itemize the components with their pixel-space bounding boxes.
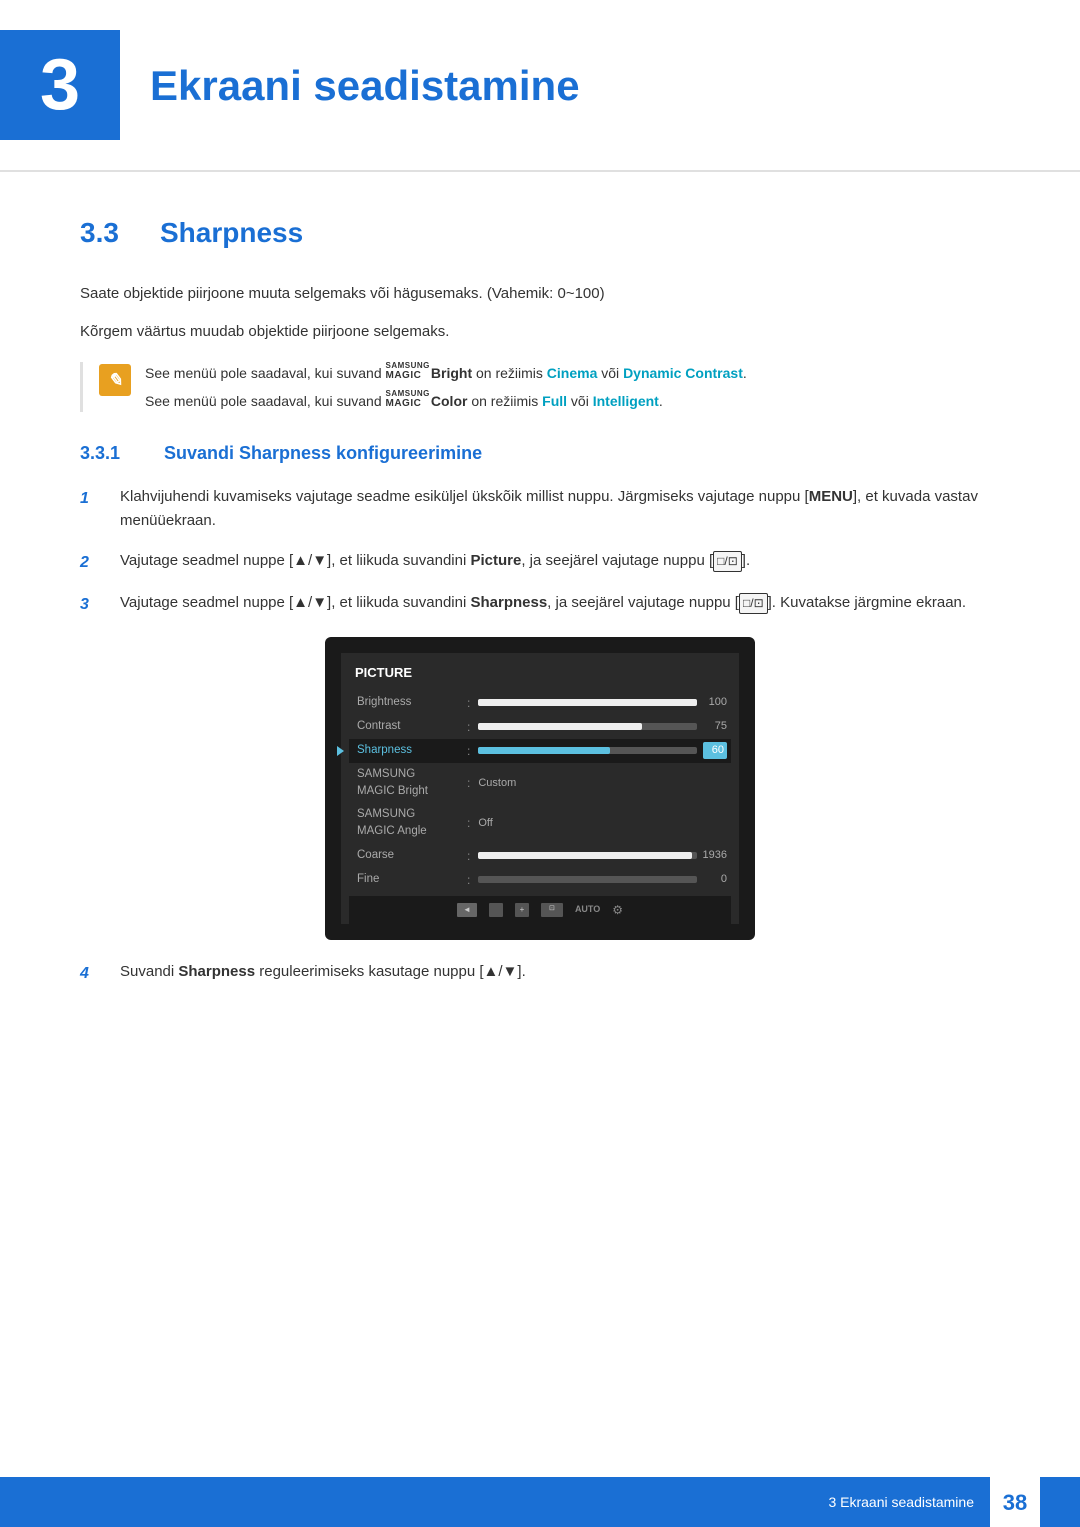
contrast-bar: 75 — [478, 718, 727, 735]
enter-btn-symbol-3: □/⊡ — [739, 593, 768, 614]
body-text-1: Saate objektide piirjoone muuta selgemak… — [80, 282, 1000, 306]
menu-header: PICTURE — [349, 663, 731, 683]
magic-bright-value: Custom — [478, 775, 516, 792]
steps-list: 1 Klahvijuhendi kuvamiseks vajutage sead… — [80, 485, 1000, 617]
menu-item-magic-bright: SAMSUNGMAGIC Bright : Custom — [349, 763, 731, 804]
full-label: Full — [542, 393, 567, 409]
section-title: Sharpness — [160, 212, 303, 254]
sharpness-track — [478, 747, 697, 754]
picture-label: Picture — [470, 552, 521, 569]
cinema-label: Cinema — [547, 365, 598, 381]
coarse-label: Coarse — [357, 847, 467, 864]
fine-value: 0 — [703, 871, 727, 888]
brand-magic-bright: SAMSUNGMAGIC — [386, 362, 430, 381]
enter-btn-symbol-2: □/⊡ — [713, 551, 742, 572]
section-heading: 3.3 Sharpness — [80, 212, 1000, 254]
body-text-2: Kõrgem väärtus muudab objektide piirjoon… — [80, 320, 1000, 344]
sharpness-label-step3: Sharpness — [470, 594, 547, 611]
menu-key-label: MENU — [809, 488, 853, 505]
subsection-heading: 3.3.1 Suvandi Sharpness konfigureerimine — [80, 440, 1000, 467]
step-item-2: 2 Vajutage seadmel nuppe [▲/▼], et liiku… — [80, 549, 1000, 575]
step-number-2: 2 — [80, 549, 110, 575]
intelligent-label: Intelligent — [593, 393, 659, 409]
contrast-label: Contrast — [357, 718, 467, 735]
step-number-3: 3 — [80, 591, 110, 617]
coarse-bar: 1936 — [478, 847, 727, 864]
step-item-3: 3 Vajutage seadmel nuppe [▲/▼], et liiku… — [80, 591, 1000, 617]
dynamic-contrast-label: Dynamic Contrast — [623, 365, 743, 381]
fine-track — [478, 876, 697, 883]
page-wrapper: 3 Ekraani seadistamine 3.3 Sharpness Saa… — [0, 0, 1080, 1527]
note-line-2: See menüü pole saadaval, kui suvand SAMS… — [145, 390, 747, 412]
step-text-2: Vajutage seadmel nuppe [▲/▼], et liikuda… — [120, 549, 1000, 573]
monitor-outer: PICTURE Brightness : 100 — [325, 637, 755, 940]
subsection-title: Suvandi Sharpness konfigureerimine — [164, 440, 482, 467]
monitor-screen: PICTURE Brightness : 100 — [341, 653, 739, 924]
brightness-bar: 100 — [478, 694, 727, 711]
bar-btn-sq-1 — [489, 903, 503, 917]
brand-magic-color: SAMSUNGMAGIC — [386, 390, 430, 409]
note-icon: ✎ — [99, 364, 131, 396]
note-line-1: See menüü pole saadaval, kui suvand SAMS… — [145, 362, 747, 384]
main-content: 3.3 Sharpness Saate objektide piirjoone … — [0, 192, 1080, 1082]
step-text-4: Suvandi Sharpness reguleerimiseks kasuta… — [120, 960, 1000, 984]
brightness-label: Brightness — [357, 694, 467, 711]
fine-label: Fine — [357, 871, 467, 888]
color-label: Color — [431, 393, 468, 409]
step-text-3: Vajutage seadmel nuppe [▲/▼], et liikuda… — [120, 591, 1000, 615]
coarse-value: 1936 — [703, 847, 727, 864]
chapter-number: 3 — [40, 31, 80, 139]
sharpness-value: 60 — [703, 742, 727, 759]
sharpness-label-step4: Sharpness — [178, 963, 255, 980]
step-item-4: 4 Suvandi Sharpness reguleerimiseks kasu… — [80, 960, 1000, 986]
bar-btn-sq-2: + — [515, 903, 529, 917]
coarse-track — [478, 852, 696, 859]
step-text-1: Klahvijuhendi kuvamiseks vajutage seadme… — [120, 485, 1000, 533]
menu-item-brightness: Brightness : 100 — [349, 691, 731, 715]
menu-item-contrast: Contrast : 75 — [349, 715, 731, 739]
menu-item-fine: Fine : 0 — [349, 868, 731, 892]
bar-btn-sq-3: ⊡ — [541, 903, 563, 917]
sharpness-bar: 60 — [478, 742, 727, 759]
section-number: 3.3 — [80, 212, 140, 254]
fine-bar: 0 — [478, 871, 727, 888]
menu-item-magic-angle: SAMSUNGMAGIC Angle : Off — [349, 803, 731, 844]
chapter-number-box: 3 — [0, 30, 120, 140]
step-number-1: 1 — [80, 485, 110, 511]
note-icon-symbol: ✎ — [107, 367, 122, 394]
contrast-value: 75 — [703, 718, 727, 735]
sharpness-menu-label: Sharpness — [357, 742, 467, 759]
menu-bar-row: ◄ + ⊡ AUTO ⚙ — [349, 896, 731, 924]
subsection-number: 3.3.1 — [80, 440, 150, 467]
bright-label: Bright — [431, 365, 472, 381]
chapter-header: 3 Ekraani seadistamine — [0, 0, 1080, 172]
brightness-track — [478, 699, 697, 706]
step-item-1: 1 Klahvijuhendi kuvamiseks vajutage sead… — [80, 485, 1000, 533]
magic-angle-value: Off — [478, 815, 492, 832]
note-box: ✎ See menüü pole saadaval, kui suvand SA… — [80, 362, 1000, 412]
menu-item-coarse: Coarse : 1936 — [349, 844, 731, 868]
magic-bright-label: SAMSUNGMAGIC Bright — [357, 766, 467, 801]
monitor-screenshot: PICTURE Brightness : 100 — [325, 637, 755, 940]
menu-item-sharpness: Sharpness : 60 — [349, 739, 731, 763]
bar-btn-settings: ⚙ — [612, 901, 623, 919]
page-footer: 3 Ekraani seadistamine 38 — [0, 1477, 1080, 1527]
brightness-value: 100 — [703, 694, 727, 711]
note-lines: See menüü pole saadaval, kui suvand SAMS… — [145, 362, 747, 412]
magic-angle-label: SAMSUNGMAGIC Angle — [357, 806, 467, 841]
selected-arrow — [337, 746, 344, 756]
footer-page-number: 38 — [990, 1477, 1040, 1527]
bar-btn-auto: AUTO — [575, 903, 600, 917]
contrast-track — [478, 723, 697, 730]
chapter-title: Ekraani seadistamine — [150, 54, 580, 117]
footer-chapter-label: 3 Ekraani seadistamine — [828, 1492, 974, 1513]
bar-btn-back: ◄ — [457, 903, 477, 917]
step-number-4: 4 — [80, 960, 110, 986]
